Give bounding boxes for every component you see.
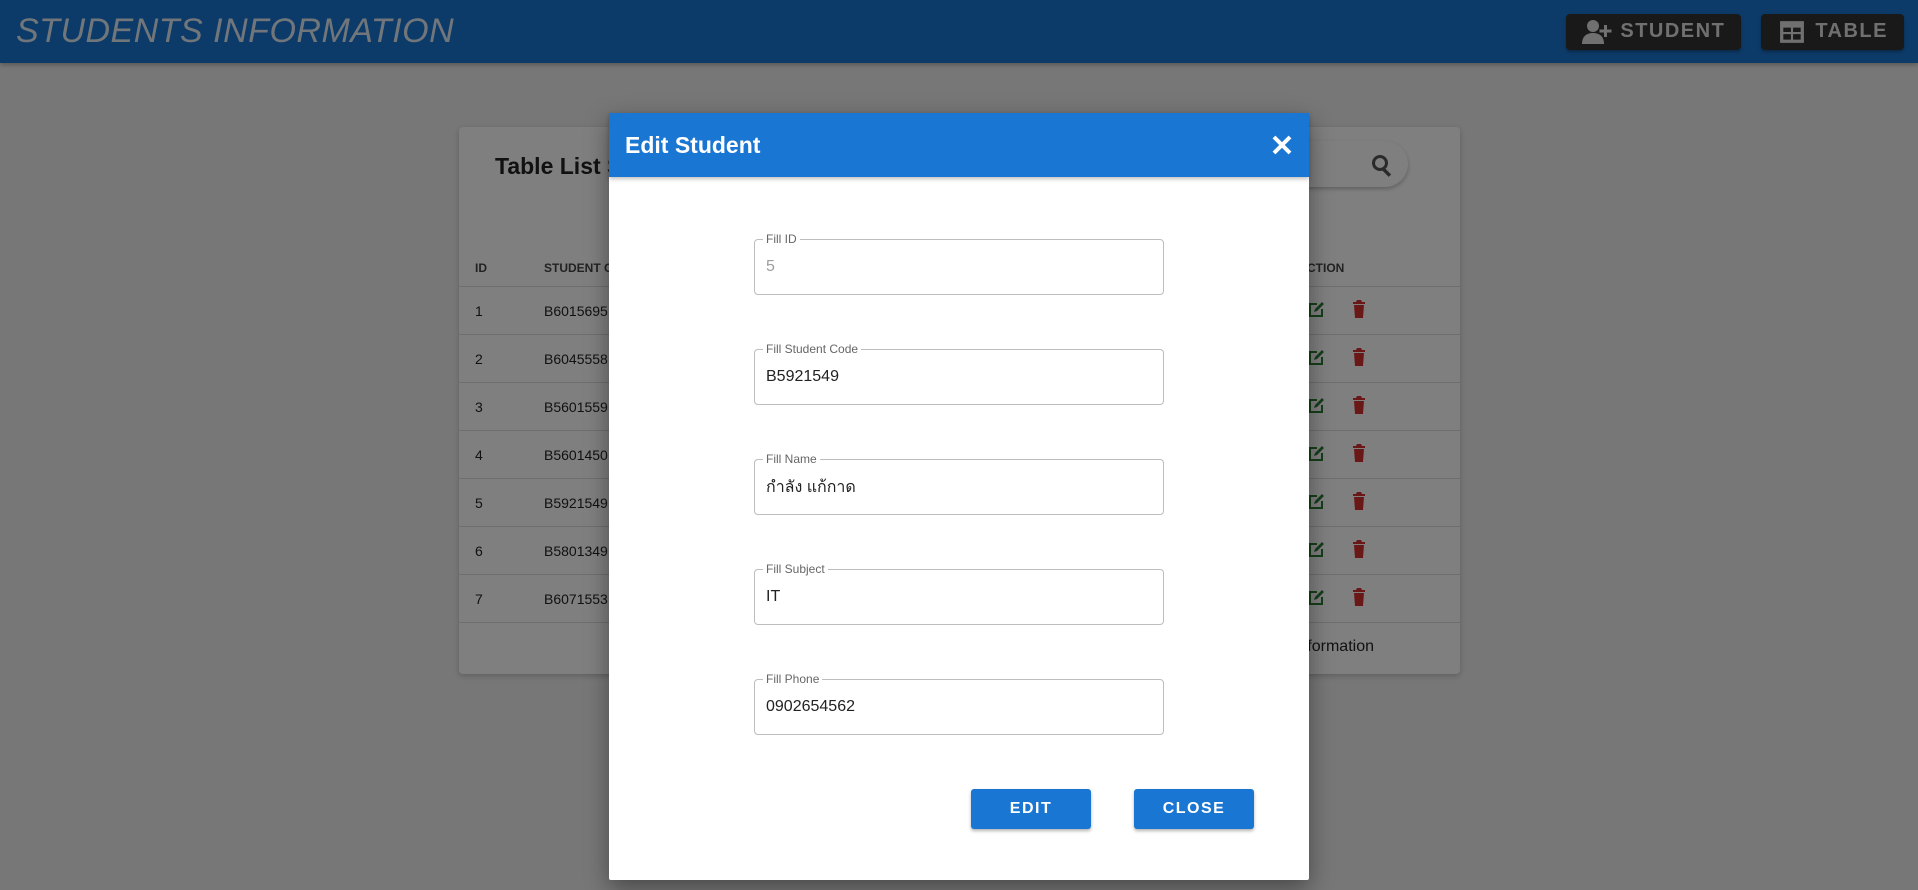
name-input[interactable] [755,460,1163,514]
phone-input[interactable] [755,680,1163,734]
close-button[interactable]: CLOSE [1134,789,1254,829]
id-field: Fill ID [754,232,1164,295]
edit-student-dialog: Edit Student Fill ID Fill Student Code F… [609,113,1309,880]
subject-input[interactable] [755,570,1163,624]
edit-button[interactable]: EDIT [971,789,1091,829]
subject-field[interactable]: Fill Subject [754,562,1164,625]
name-field[interactable]: Fill Name [754,452,1164,515]
student-code-input[interactable] [755,350,1163,404]
dialog-title: Edit Student [625,131,761,158]
id-input [755,240,1163,294]
close-icon[interactable] [1271,134,1293,156]
dialog-header: Edit Student [609,113,1309,177]
phone-field[interactable]: Fill Phone [754,672,1164,735]
student-code-field[interactable]: Fill Student Code [754,342,1164,405]
